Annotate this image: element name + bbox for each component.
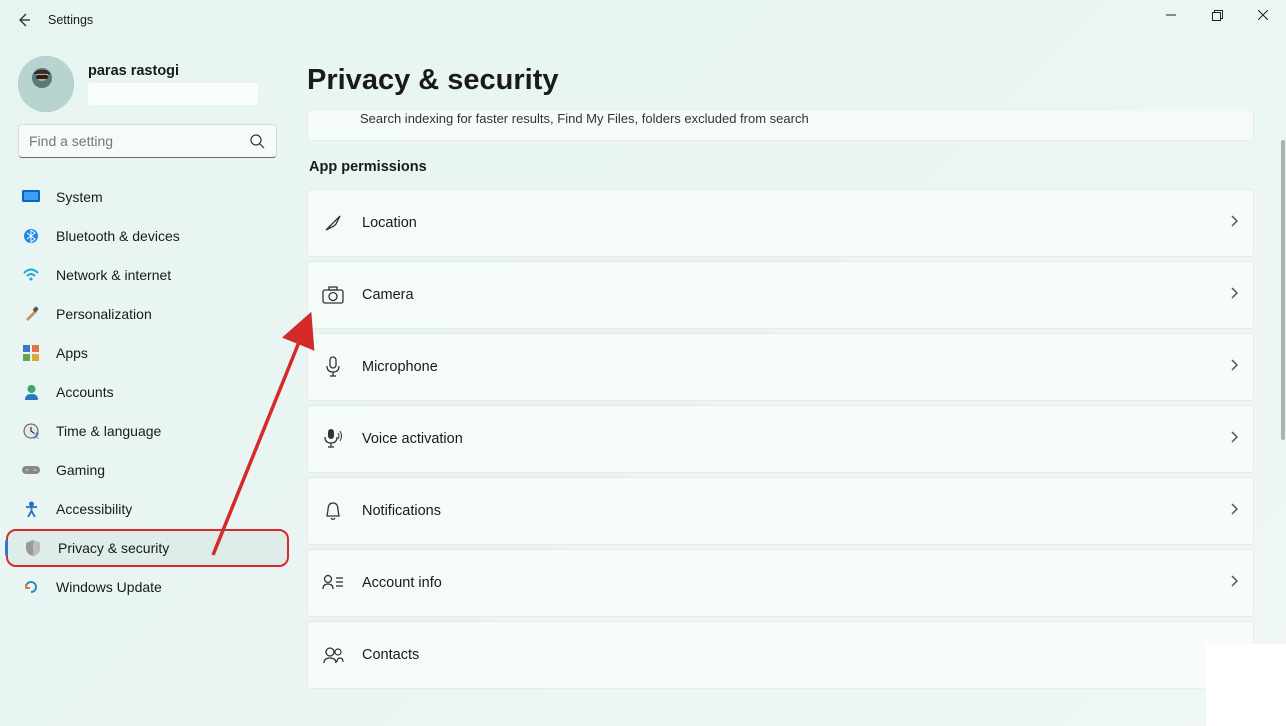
avatar [18, 56, 74, 112]
sidebar-item-system[interactable]: System [6, 178, 289, 216]
contacts-icon [322, 644, 344, 666]
svg-text:文: 文 [33, 431, 39, 439]
scrollbar[interactable] [1281, 140, 1285, 440]
maximize-button[interactable] [1194, 0, 1240, 30]
permission-contacts[interactable]: Contacts [307, 621, 1254, 689]
permission-label: Account info [362, 575, 1229, 591]
profile-name: paras rastogi [88, 63, 258, 79]
sidebar-item-label: Network & internet [56, 267, 171, 283]
active-indicator [5, 540, 8, 556]
sidebar-item-bluetooth[interactable]: Bluetooth & devices [6, 217, 289, 255]
titlebar: Settings [0, 0, 1286, 40]
brush-icon [22, 305, 40, 323]
camera-icon [322, 284, 344, 306]
minimize-button[interactable] [1148, 0, 1194, 30]
update-icon [22, 578, 40, 596]
sidebar-item-label: Windows Update [56, 579, 162, 595]
location-icon [322, 212, 344, 234]
accessibility-icon [22, 500, 40, 518]
permission-label: Contacts [362, 647, 1239, 663]
sidebar-item-label: Time & language [56, 423, 161, 439]
main-content: Privacy & security Search indexing for f… [295, 40, 1286, 726]
sidebar-item-gaming[interactable]: Gaming [6, 451, 289, 489]
monitor-icon [22, 188, 40, 206]
sidebar-nav: System Bluetooth & devices Network & int… [0, 178, 295, 606]
chevron-right-icon [1229, 358, 1239, 377]
mic-icon [322, 356, 344, 378]
permission-camera[interactable]: Camera [307, 261, 1254, 329]
close-button[interactable] [1240, 0, 1286, 30]
wifi-icon [22, 266, 40, 284]
profile-block[interactable]: paras rastogi [0, 44, 295, 120]
profile-email-redacted [88, 83, 258, 105]
bluetooth-icon [22, 227, 40, 245]
permission-label: Voice activation [362, 431, 1229, 447]
chevron-right-icon [1229, 214, 1239, 233]
permission-label: Notifications [362, 503, 1229, 519]
person-icon [22, 383, 40, 401]
permission-label: Microphone [362, 359, 1229, 375]
shield-icon [24, 539, 42, 557]
sidebar-item-accessibility[interactable]: Accessibility [6, 490, 289, 528]
sidebar-item-label: Accounts [56, 384, 114, 400]
clock-icon: 文 [22, 422, 40, 440]
chevron-right-icon [1229, 286, 1239, 305]
chevron-right-icon [1229, 574, 1239, 593]
bell-icon [322, 500, 344, 522]
voice-icon [322, 428, 344, 450]
search-input[interactable] [18, 124, 277, 158]
section-heading-app-permissions: App permissions [309, 159, 1254, 175]
gamepad-icon [22, 461, 40, 479]
back-button[interactable] [8, 4, 40, 36]
permission-label: Location [362, 215, 1229, 231]
sidebar-item-label: Personalization [56, 306, 152, 322]
permission-label: Camera [362, 287, 1229, 303]
sidebar-item-apps[interactable]: Apps [6, 334, 289, 372]
app-title: Settings [48, 13, 93, 27]
corner-overlay [1206, 644, 1286, 726]
sidebar-item-label: Bluetooth & devices [56, 228, 180, 244]
permission-notifications[interactable]: Notifications [307, 477, 1254, 545]
sidebar-item-personalization[interactable]: Personalization [6, 295, 289, 333]
account-info-icon [322, 572, 344, 594]
chevron-right-icon [1229, 430, 1239, 449]
page-title: Privacy & security [307, 64, 1254, 97]
card-description: Search indexing for faster results, Find… [360, 111, 809, 126]
window-controls [1148, 0, 1286, 30]
permission-voice-activation[interactable]: Voice activation [307, 405, 1254, 473]
maximize-icon [1212, 10, 1223, 21]
sidebar-item-network[interactable]: Network & internet [6, 256, 289, 294]
sidebar-item-windows-update[interactable]: Windows Update [6, 568, 289, 606]
close-icon [1258, 10, 1268, 20]
sidebar: paras rastogi System Bluetooth & devices… [0, 40, 295, 726]
sidebar-item-label: Accessibility [56, 501, 132, 517]
minimize-icon [1166, 10, 1176, 20]
permission-account-info[interactable]: Account info [307, 549, 1254, 617]
sidebar-item-accounts[interactable]: Accounts [6, 373, 289, 411]
search-icon [250, 134, 265, 154]
sidebar-item-label: System [56, 189, 103, 205]
sidebar-item-time-language[interactable]: 文 Time & language [6, 412, 289, 450]
searching-windows-card[interactable]: Search indexing for faster results, Find… [307, 111, 1254, 141]
apps-icon [22, 344, 40, 362]
sidebar-item-label: Gaming [56, 462, 105, 478]
chevron-right-icon [1229, 502, 1239, 521]
sidebar-item-label: Privacy & security [58, 540, 169, 556]
permission-location[interactable]: Location [307, 189, 1254, 257]
sidebar-item-privacy-security[interactable]: Privacy & security [6, 529, 289, 567]
arrow-left-icon [16, 12, 32, 28]
sidebar-item-label: Apps [56, 345, 88, 361]
permission-microphone[interactable]: Microphone [307, 333, 1254, 401]
